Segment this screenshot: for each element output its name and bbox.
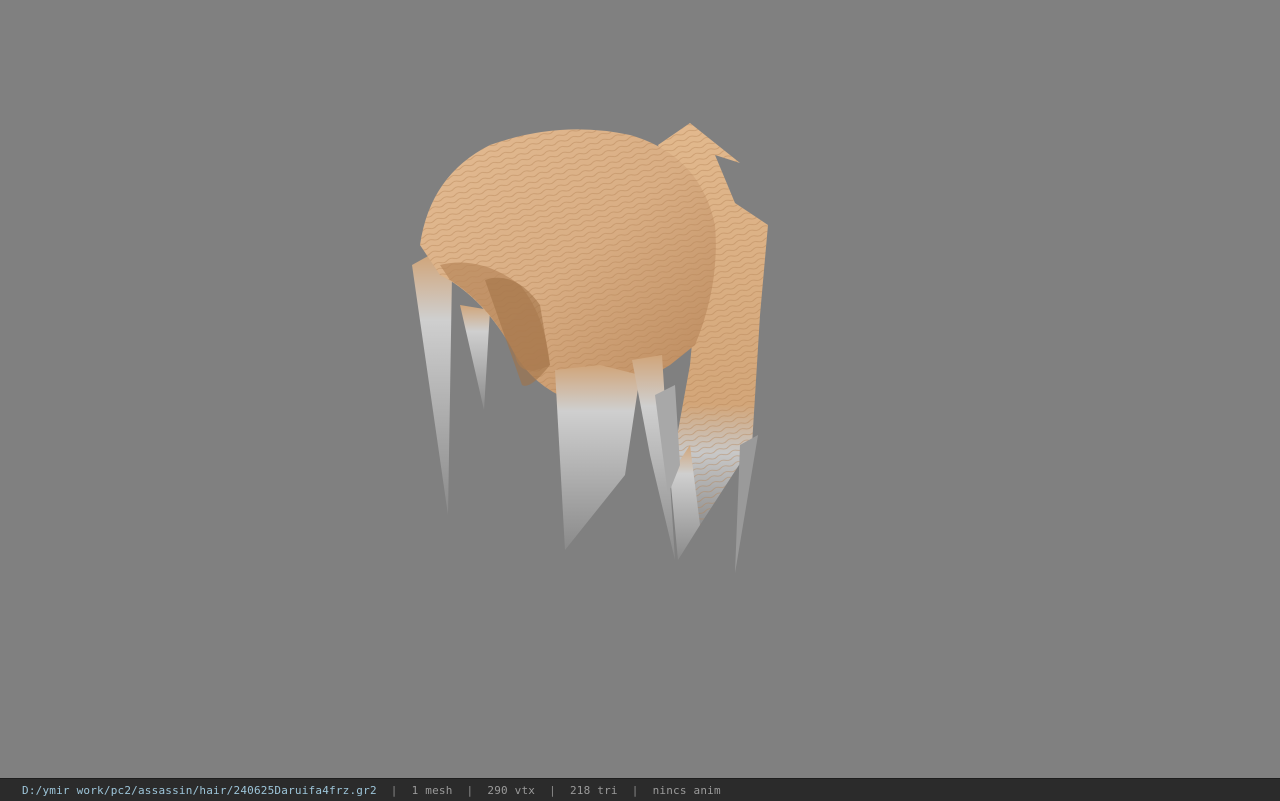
separator: | — [466, 783, 474, 797]
separator: | — [390, 783, 398, 797]
separator: | — [549, 783, 556, 797]
3d-viewport[interactable] — [0, 0, 1280, 778]
triangle-count: 218 tri — [569, 783, 618, 797]
hair-model-render[interactable] — [400, 115, 780, 585]
front-strands — [555, 355, 680, 560]
hair-cap — [420, 129, 716, 400]
separator: | — [631, 783, 639, 797]
mesh-count: 1 mesh — [411, 783, 453, 797]
file-path: D:/ymir work/pc2/assassin/hair/240625Dar… — [22, 783, 377, 797]
status-bar: D:/ymir work/pc2/assassin/hair/240625Dar… — [0, 778, 1280, 801]
vertex-count: 290 vtx — [487, 783, 536, 797]
animation-status: nincs anim — [652, 783, 721, 797]
